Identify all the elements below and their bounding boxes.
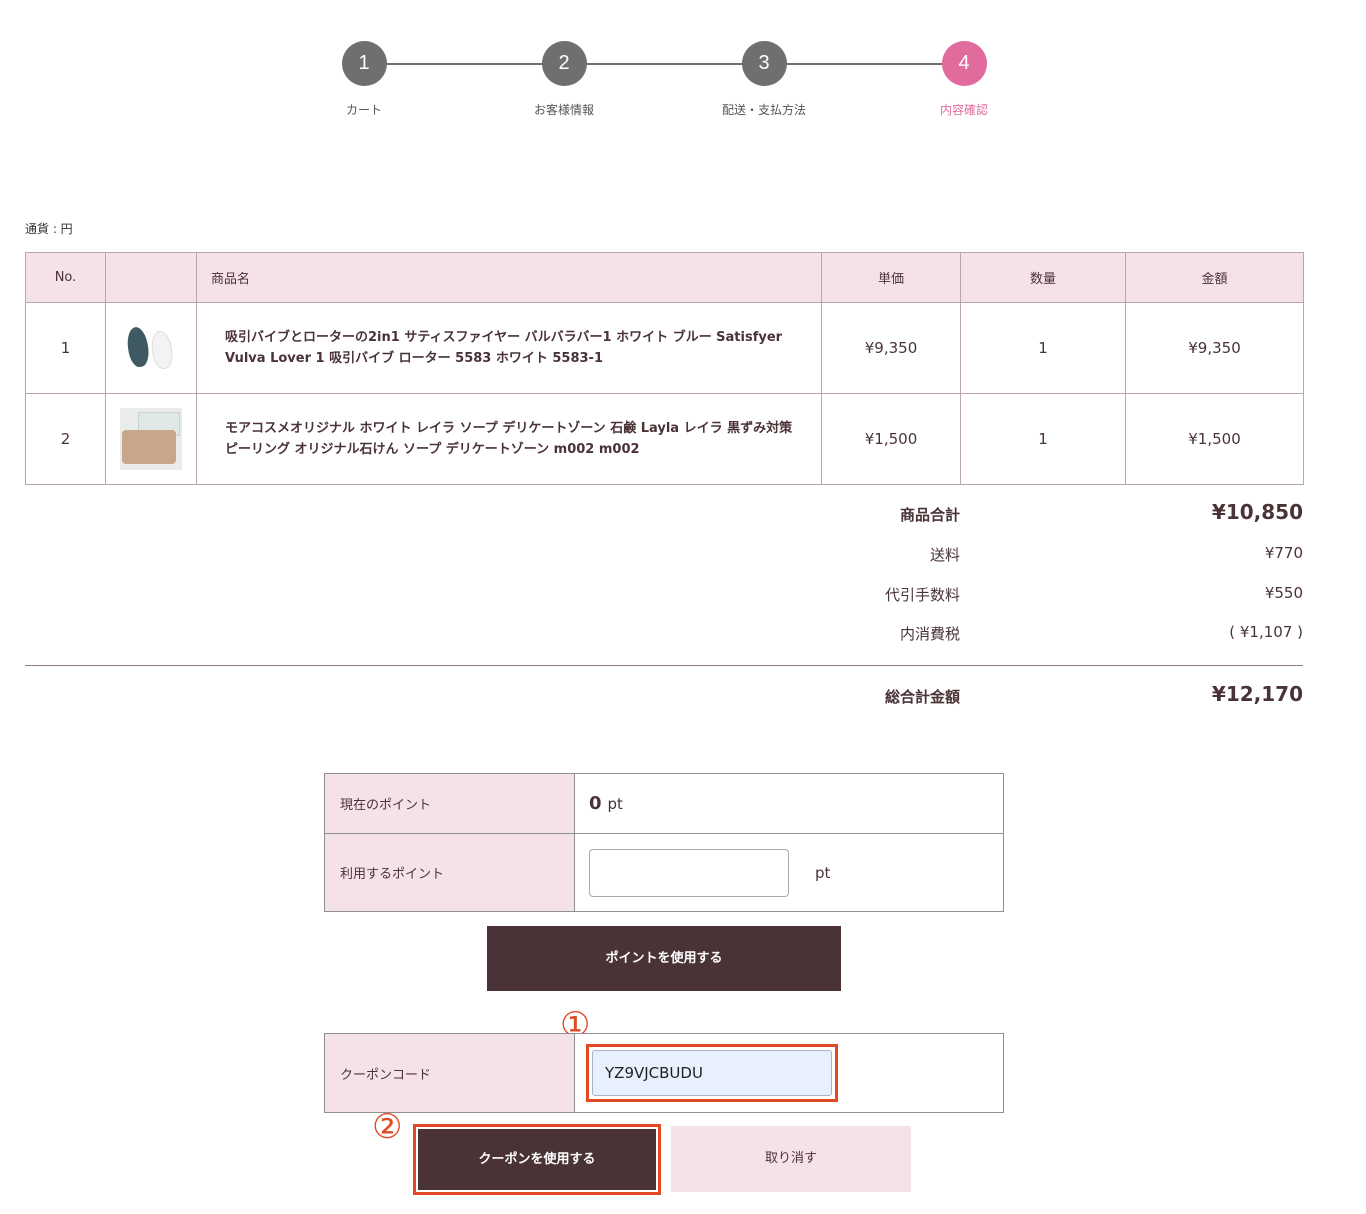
step-confirm: 4 内容確認 xyxy=(904,41,1024,118)
shipping-label: 送料 xyxy=(929,546,960,564)
unit-price: ¥9,350 xyxy=(821,302,961,394)
header-name: 商品名 xyxy=(196,252,822,303)
points-unit: pt xyxy=(815,863,831,882)
coupon-code-input[interactable]: YZ9VJCBUDU xyxy=(592,1050,832,1096)
step-shipping-payment: 3 配送・支払方法 xyxy=(704,41,824,118)
step-number: 4 xyxy=(941,41,987,86)
amount: ¥9,350 xyxy=(1125,302,1304,394)
points-unit: pt xyxy=(607,795,623,813)
step-number: 1 xyxy=(341,41,387,86)
current-points-value: 0 xyxy=(589,793,602,814)
coupon-table: クーポンコード YZ9VJCBUDU xyxy=(324,1033,1004,1113)
header-image xyxy=(105,252,197,303)
subtotal-label: 商品合計 xyxy=(899,506,960,524)
quantity: 1 xyxy=(960,393,1126,485)
tax-value: ( ¥1,107 ) xyxy=(1229,623,1303,641)
product-name[interactable]: 吸引バイブとローターの2in1 サティスファイヤー バルバラバー1 ホワイト ブ… xyxy=(196,302,822,394)
subtotal-row: 商品合計 ¥10,850 xyxy=(25,500,1303,534)
shipping-row: 送料 ¥770 xyxy=(25,544,1303,574)
use-points-button[interactable]: ポイントを使用する xyxy=(487,926,841,991)
step-label: 内容確認 xyxy=(939,103,988,117)
use-points-cell: pt xyxy=(574,833,1004,912)
annotation-marker-2: ② xyxy=(372,1107,403,1147)
header-unit-price: 単価 xyxy=(821,252,961,303)
header-amount: 金額 xyxy=(1125,252,1304,303)
shipping-value: ¥770 xyxy=(1264,544,1303,562)
step-label: カート xyxy=(345,103,382,117)
step-number: 3 xyxy=(741,41,787,86)
use-points-input[interactable] xyxy=(589,848,789,897)
current-points-label: 現在のポイント xyxy=(324,773,575,834)
cod-fee-label: 代引手数料 xyxy=(884,586,960,604)
use-points-row: 利用するポイント pt xyxy=(324,833,1004,912)
steps-connector-line xyxy=(364,63,964,65)
table-row: 1 吸引バイブとローターの2in1 サティスファイヤー バルバラバー1 ホワイト… xyxy=(25,302,1304,394)
product-image-cell xyxy=(105,393,197,485)
header-qty: 数量 xyxy=(960,252,1126,303)
use-coupon-button[interactable]: クーポンを使用する xyxy=(418,1129,656,1190)
currency-label: 通貨 : 円 xyxy=(25,222,73,236)
cart-header-row: No. 商品名 単価 数量 金額 xyxy=(25,252,1304,303)
tax-label: 内消費税 xyxy=(899,625,960,643)
current-points-cell: 0 pt xyxy=(574,773,1004,834)
subtotal-value: ¥10,850 xyxy=(1211,500,1303,524)
cancel-coupon-button[interactable]: 取り消す xyxy=(671,1126,911,1192)
row-no: 2 xyxy=(25,393,106,485)
points-table: 現在のポイント 0 pt 利用するポイント pt xyxy=(324,773,1004,912)
product-thumbnail-vibrator[interactable] xyxy=(120,317,182,379)
current-points-row: 現在のポイント 0 pt xyxy=(324,773,1004,834)
table-row: 2 モアコスメオリジナル ホワイト レイラ ソープ デリケートゾーン 石鹸 La… xyxy=(25,393,1304,485)
grand-total-label: 総合計金額 xyxy=(884,688,960,706)
coupon-row: クーポンコード YZ9VJCBUDU xyxy=(324,1033,1004,1113)
grand-total-row: 総合計金額 ¥12,170 xyxy=(25,682,1303,716)
totals-divider xyxy=(25,665,1303,666)
tax-row: 内消費税 ( ¥1,107 ) xyxy=(25,623,1303,653)
use-points-label: 利用するポイント xyxy=(324,833,575,912)
product-image-cell xyxy=(105,302,197,394)
step-number: 2 xyxy=(541,41,587,86)
step-cart: 1 カート xyxy=(304,41,424,118)
checkout-steps: 1 カート 2 お客様情報 3 配送・支払方法 4 内容確認 xyxy=(0,0,1366,140)
product-name[interactable]: モアコスメオリジナル ホワイト レイラ ソープ デリケートゾーン 石鹸 Layl… xyxy=(196,393,822,485)
header-no: No. xyxy=(25,252,106,303)
step-label: 配送・支払方法 xyxy=(721,103,806,117)
coupon-highlight-box: YZ9VJCBUDU xyxy=(586,1044,838,1102)
quantity: 1 xyxy=(960,302,1126,394)
grand-total-value: ¥12,170 xyxy=(1211,682,1303,706)
amount: ¥1,500 xyxy=(1125,393,1304,485)
coupon-label: クーポンコード xyxy=(324,1033,575,1113)
coupon-cell: YZ9VJCBUDU xyxy=(574,1033,1004,1113)
cart-table: No. 商品名 単価 数量 金額 1 吸引バイブとローターの2in1 サティスフ… xyxy=(25,252,1304,485)
unit-price: ¥1,500 xyxy=(821,393,961,485)
step-customer-info: 2 お客様情報 xyxy=(504,41,624,118)
step-label: お客様情報 xyxy=(533,103,594,117)
cod-fee-row: 代引手数料 ¥550 xyxy=(25,584,1303,614)
product-thumbnail-soap[interactable] xyxy=(120,408,182,470)
cod-fee-value: ¥550 xyxy=(1264,584,1303,602)
row-no: 1 xyxy=(25,302,106,394)
